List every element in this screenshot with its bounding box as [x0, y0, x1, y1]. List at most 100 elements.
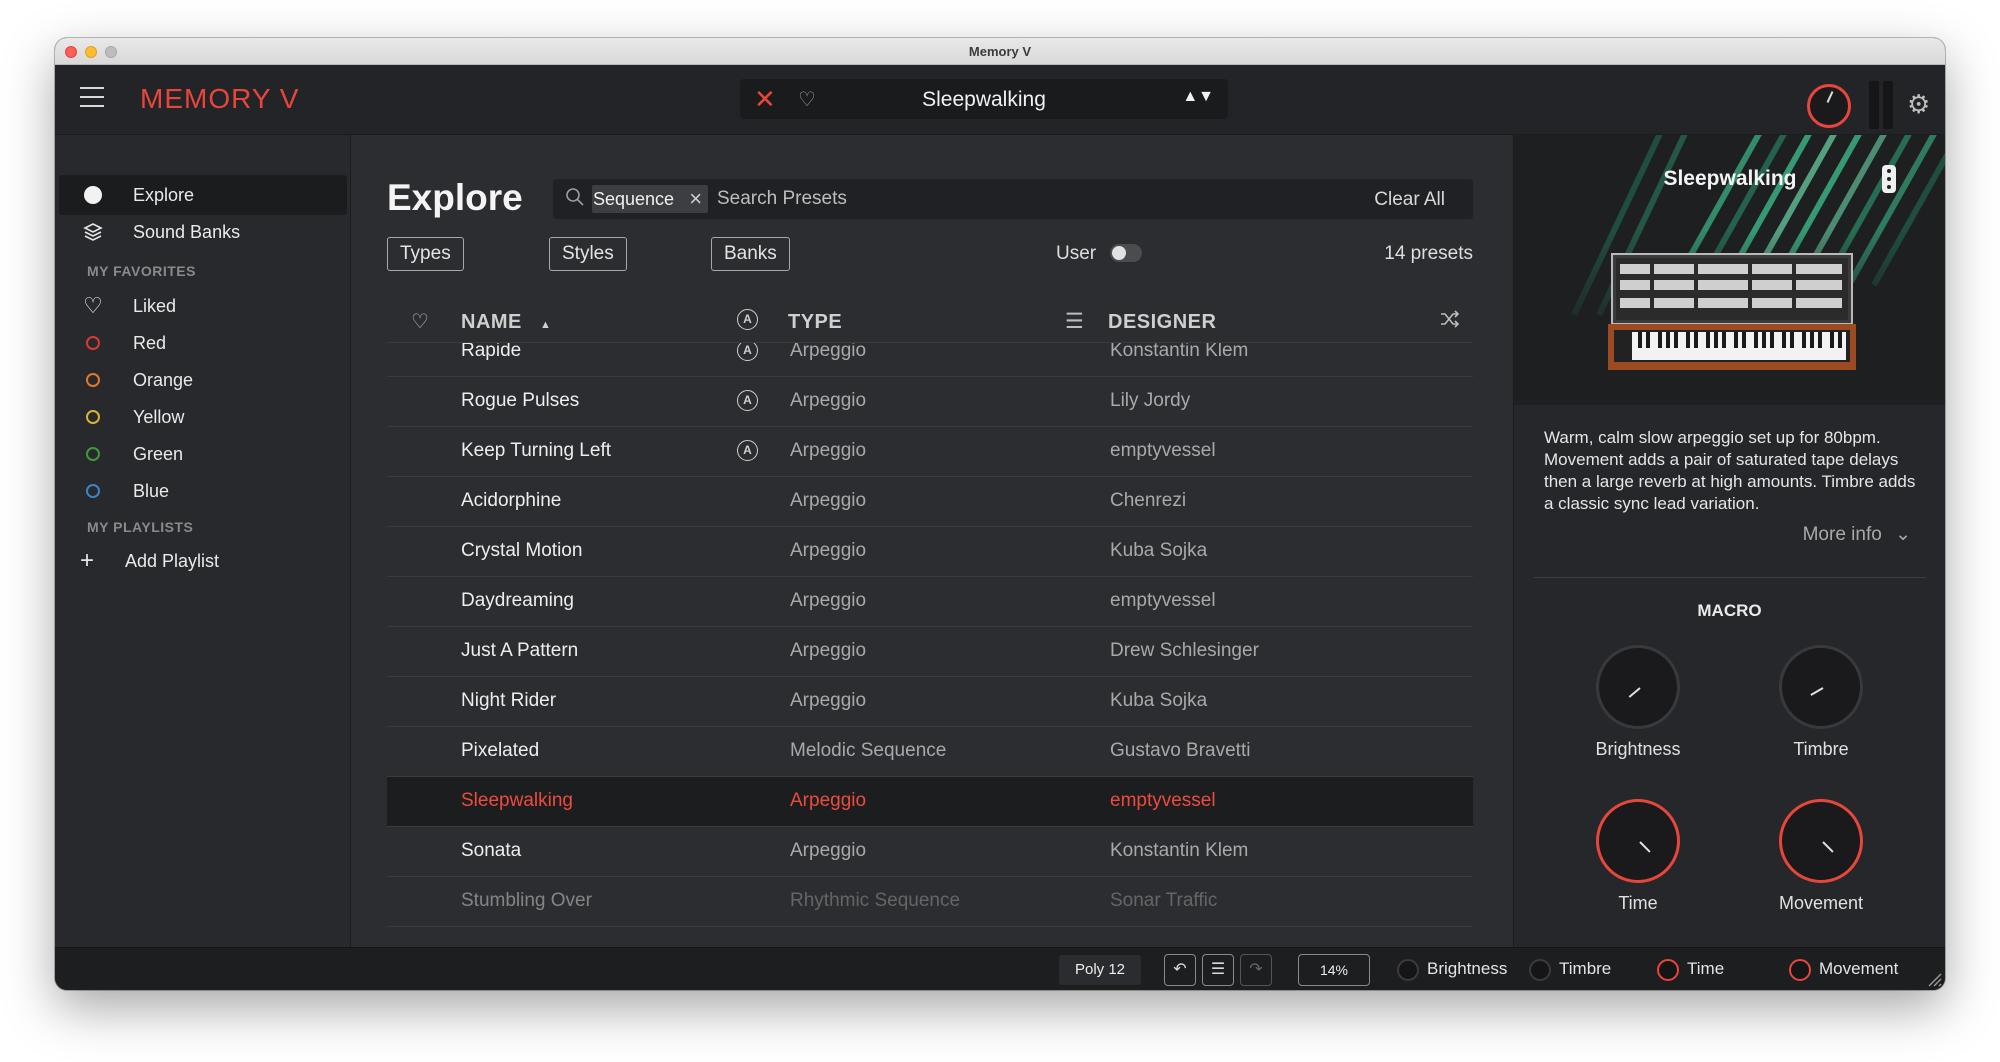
table-row[interactable]: Keep Turning Left A Arpeggio emptyvessel — [387, 427, 1473, 477]
redo-icon[interactable]: ↷ — [1240, 954, 1272, 986]
search-tag-sequence: Sequence × — [592, 185, 709, 213]
heart-column-icon[interactable]: ♡ — [411, 309, 429, 334]
arturia-logo-icon[interactable]: A — [737, 309, 758, 330]
styles-filter-button[interactable]: Styles — [549, 237, 627, 271]
preset-nav-arrows[interactable]: ▲▼ — [1182, 88, 1214, 106]
preset-selector[interactable]: ✕ ♡ Sleepwalking ▲▼ — [740, 79, 1228, 119]
current-preset-name[interactable]: Sleepwalking — [740, 88, 1228, 112]
sidebar-item-label: Orange — [133, 370, 194, 390]
preset-type-cell: Melodic Sequence — [790, 740, 947, 761]
banks-filter-button[interactable]: Banks — [711, 237, 790, 271]
gear-icon[interactable]: ⚙ — [1907, 89, 1930, 120]
timbre-mini-knob[interactable] — [1529, 959, 1551, 981]
time-knob[interactable] — [1596, 799, 1680, 883]
table-row[interactable]: Sonata Arpeggio Konstantin Klem — [387, 827, 1473, 877]
preset-designer-cell: Chenrezi — [1110, 490, 1187, 511]
sidebar-item-label: Explore — [133, 185, 195, 205]
favorites-header: MY FAVORITES — [87, 263, 196, 279]
time-mini-knob[interactable] — [1657, 959, 1679, 981]
add-playlist-button[interactable]: + Add Playlist — [59, 541, 347, 581]
preset-name-cell: Crystal Motion — [461, 540, 583, 561]
clear-all-button[interactable]: Clear All — [1374, 189, 1445, 211]
preset-designer-cell: Lily Jordy — [1110, 390, 1191, 411]
preset-type-cell: Arpeggio — [790, 490, 867, 511]
resize-handle-icon[interactable] — [1925, 970, 1943, 988]
sidebar-item-green[interactable]: Green — [59, 434, 347, 474]
table-row[interactable]: Acidorphine Arpeggio Chenrezi — [387, 477, 1473, 527]
table-row[interactable]: Daydreaming Arpeggio emptyvessel — [387, 577, 1473, 627]
table-row[interactable]: Just A Pattern Arpeggio Drew Schlesinger — [387, 627, 1473, 677]
more-info-label: More info — [1802, 524, 1882, 545]
table-row[interactable]: Night Rider Arpeggio Kuba Sojka — [387, 677, 1473, 727]
sidebar-item-label: Liked — [133, 296, 177, 316]
preset-designer-cell: emptyvessel — [1110, 440, 1216, 461]
table-row-selected[interactable]: Sleepwalking Arpeggio emptyvessel — [387, 777, 1473, 827]
synth-image — [1608, 253, 1856, 370]
sidebar-item-orange[interactable]: Orange — [59, 360, 347, 400]
search-bar[interactable]: Sequence × Clear All — [553, 179, 1473, 219]
preset-count: 14 presets — [1384, 243, 1473, 264]
table-row[interactable]: Crystal Motion Arpeggio Kuba Sojka — [387, 527, 1473, 577]
sidebar-item-blue[interactable]: Blue — [59, 471, 347, 511]
preset-name-cell: Just A Pattern — [461, 640, 579, 661]
type-column-header[interactable]: TYPE — [788, 311, 842, 334]
blue-circle-icon — [83, 481, 103, 501]
sidebar-item-yellow[interactable]: Yellow — [59, 397, 347, 437]
brightness-knob[interactable] — [1596, 645, 1680, 729]
table-row[interactable]: Pixelated Melodic Sequence Gustavo Bravett… — [387, 727, 1473, 777]
shuffle-icon[interactable] — [1439, 309, 1461, 335]
master-volume-knob[interactable] — [1807, 84, 1851, 128]
app-logo: MEMORY V — [140, 83, 300, 114]
preset-type-cell: Arpeggio — [790, 840, 867, 861]
user-toggle[interactable] — [1110, 244, 1142, 262]
preset-type-cell: Arpeggio — [790, 590, 867, 611]
preset-name-cell: Night Rider — [461, 690, 557, 711]
brightness-mini-knob[interactable] — [1397, 959, 1419, 981]
search-tag-label: Sequence — [593, 189, 675, 209]
undo-icon[interactable]: ↶ — [1164, 954, 1196, 986]
search-icon — [565, 187, 585, 212]
timbre-knob[interactable] — [1779, 645, 1863, 729]
preset-designer-cell: Kuba Sojka — [1110, 540, 1208, 561]
timbre-knob-label: Timbre — [1793, 739, 1849, 759]
table-row[interactable]: Stumbling Over Rhythmic Sequence Sonar Tra… — [387, 877, 1473, 927]
sidebar-item-sound-banks[interactable]: Sound Banks — [59, 212, 347, 252]
more-options-icon[interactable] — [1882, 165, 1896, 193]
preset-type-cell: Rhythmic Sequence — [790, 890, 961, 911]
menu-icon[interactable] — [80, 87, 104, 109]
history-list-icon[interactable]: ☰ — [1202, 954, 1234, 986]
name-header-label: NAME — [461, 311, 522, 333]
polyphony-button[interactable]: Poly 12 — [1059, 955, 1141, 985]
arturia-logo-icon: A — [737, 390, 758, 411]
movement-knob-label: Movement — [1778, 893, 1864, 913]
yellow-circle-icon — [83, 407, 103, 427]
remove-tag-icon[interactable]: × — [689, 185, 702, 213]
preset-designer-cell: Gustavo Bravetti — [1110, 740, 1251, 761]
movement-mini-knob[interactable] — [1789, 959, 1811, 981]
list-icon[interactable]: ☰ — [1065, 309, 1084, 334]
preset-type-cell: Arpeggio — [790, 690, 867, 711]
sidebar-item-explore[interactable]: Explore — [59, 175, 347, 215]
timbre-mini-label: Timbre — [1559, 959, 1612, 978]
table-row[interactable]: Rapide A Arpeggio Konstantin Klem — [387, 343, 1473, 377]
level-meter-left — [1869, 81, 1879, 129]
preset-name-cell: Daydreaming — [461, 590, 574, 611]
sidebar-item-red[interactable]: Red — [59, 323, 347, 363]
types-filter-button[interactable]: Types — [387, 237, 464, 271]
preset-artwork: Sleepwalking — [1514, 135, 1945, 405]
preset-info-panel: Sleepwalking Warm, calm slow arpeggio se… — [1513, 135, 1945, 947]
designer-column-header[interactable]: DESIGNER — [1108, 311, 1216, 334]
preset-designer-cell: Kuba Sojka — [1110, 690, 1208, 711]
user-toggle-label: User — [1056, 243, 1097, 264]
app-window: Memory V MEMORY V ✕ ♡ Sleepwalking ▲▼ ⚙ … — [55, 38, 1945, 990]
name-column-header[interactable]: NAME ▲ — [461, 311, 551, 334]
preset-type-cell: Arpeggio — [790, 343, 867, 361]
table-row[interactable]: Rogue Pulses A Arpeggio Lily Jordy — [387, 377, 1473, 427]
preset-type-cell: Arpeggio — [790, 440, 867, 461]
plus-icon: + — [79, 547, 94, 574]
movement-knob[interactable] — [1779, 799, 1863, 883]
search-input[interactable] — [717, 179, 1217, 219]
heart-icon: ♡ — [83, 293, 103, 318]
sidebar-item-liked[interactable]: ♡ Liked — [59, 286, 347, 326]
more-info-button[interactable]: More info ⌄ — [1803, 523, 1911, 546]
